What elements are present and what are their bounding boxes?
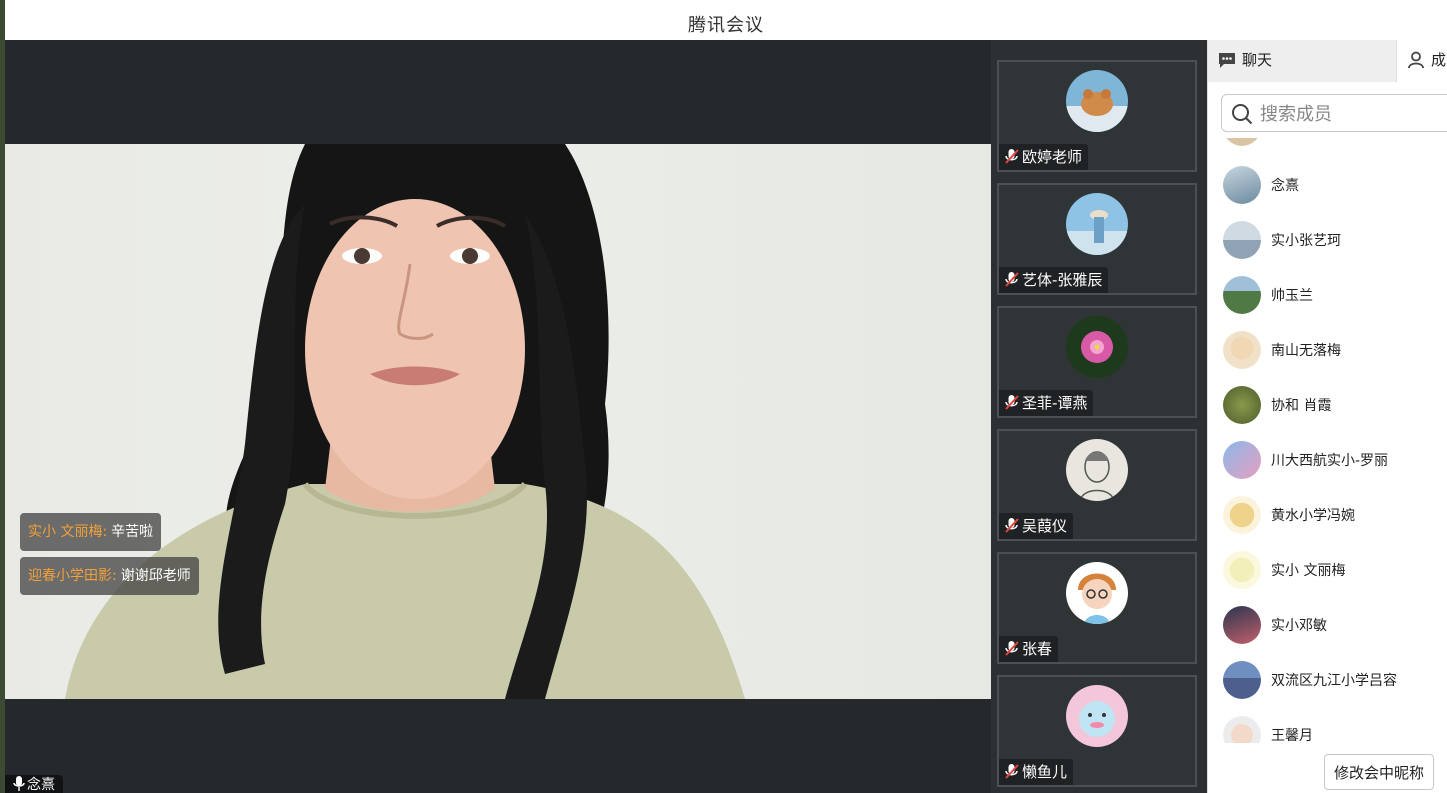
member-name: 念熹 [1271,178,1299,194]
panel-tabs: 聊天 成员 [1208,40,1447,82]
member-avatar [1223,221,1261,259]
participant-name-tag: 圣菲-谭燕 [999,390,1094,416]
member-name: 协和 肖霞 [1271,398,1332,414]
participant-avatar [1066,70,1128,132]
member-list-item[interactable]: 实小 文丽梅 [1208,542,1447,597]
chat-icon [1219,53,1235,68]
member-avatar [1223,551,1261,589]
tab-chat-label: 聊天 [1242,51,1273,69]
member-name: 南山无落梅 [1271,343,1341,359]
member-avatar [1223,441,1261,479]
member-avatar [1223,138,1261,146]
member-list-item[interactable]: 念熹 [1208,157,1447,212]
chat-sender: 实小 文丽梅: [28,524,108,540]
tab-chat[interactable]: 聊天 [1208,40,1396,82]
speaker-video-image [65,144,745,699]
member-avatar [1223,716,1261,743]
member-list-item[interactable]: 王馨月 [1208,707,1447,743]
meeting-window: 腾讯会议 实小 文丽梅: 辛苦啦 迎春小学田影: 谢谢邱老师 念熹 欧婷老师 艺… [5,0,1447,793]
self-name: 念熹 [27,777,55,793]
chat-sender: 迎春小学田影: [28,568,117,584]
chat-overlay-message: 实小 文丽梅: 辛苦啦 [20,513,162,551]
participant-name-tag: 欧婷老师 [999,144,1089,170]
participant-tile[interactable]: 欧婷老师 [997,60,1197,172]
member-avatar [1223,386,1261,424]
window-title: 腾讯会议 [688,15,764,36]
person-icon [1408,51,1424,69]
member-name: 王馨月 [1271,728,1313,743]
tab-members[interactable]: 成员 [1396,40,1447,82]
mic-muted-icon [1005,764,1019,779]
participant-avatar [1066,439,1128,501]
participant-name: 欧婷老师 [1022,148,1083,166]
mic-muted-icon [1005,518,1019,533]
chat-overlay-message: 迎春小学田影: 谢谢邱老师 [20,557,199,595]
participant-avatar [1066,685,1128,747]
participant-video-column[interactable]: 欧婷老师 艺体-张雅辰 圣菲-谭燕 吴葭仪 张春 懒鱼儿 [991,40,1207,793]
member-list-item[interactable]: 双流区九江小学吕容 [1208,652,1447,707]
member-list-item[interactable]: 实小邓敏 [1208,597,1447,652]
participant-avatar [1066,562,1128,624]
participant-name: 张春 [1022,640,1053,658]
participant-avatar [1066,316,1128,378]
member-list-item[interactable]: 帅玉兰 [1208,267,1447,322]
participant-name-tag: 艺体-张雅辰 [999,267,1109,293]
member-avatar [1223,496,1261,534]
participant-name-tag: 张春 [999,636,1059,662]
participant-tile[interactable]: 张春 [997,552,1197,664]
main-video-stage[interactable]: 实小 文丽梅: 辛苦啦 迎春小学田影: 谢谢邱老师 念熹 [5,40,991,793]
member-name: 实小 文丽梅 [1271,563,1346,579]
participant-name: 圣菲-谭燕 [1022,394,1088,412]
chat-text: 辛苦啦 [111,524,154,540]
member-name: 实小张艺珂 [1271,233,1341,249]
mic-muted-icon [1005,149,1019,164]
member-list-item[interactable]: 协和 肖霞 [1208,377,1447,432]
member-name: 实小邓敏 [1271,618,1327,634]
participant-tile[interactable]: 圣菲-谭燕 [997,306,1197,418]
speaker-video [5,144,991,699]
participant-name: 吴葭仪 [1022,517,1068,535]
tab-members-label: 成员 [1431,51,1447,69]
member-avatar [1223,166,1261,204]
search-icon [1232,104,1253,125]
member-avatar [1223,331,1261,369]
participant-name-tag: 吴葭仪 [999,513,1074,539]
member-avatar [1223,606,1261,644]
member-list-item[interactable]: 实小张艺珂 [1208,212,1447,267]
participant-name: 懒鱼儿 [1022,763,1068,781]
microphone-icon [13,776,25,791]
member-name: 川大西航实小-罗丽 [1271,453,1389,469]
side-panel: 聊天 成员 念熹 实小张艺珂 帅玉兰 [1207,40,1447,793]
participant-tile[interactable]: 懒鱼儿 [997,675,1197,787]
participant-name-tag: 懒鱼儿 [999,759,1074,785]
participant-name: 艺体-张雅辰 [1022,271,1103,289]
mic-muted-icon [1005,272,1019,287]
member-list-item[interactable]: 黄水小学冯婉 [1208,487,1447,542]
mic-muted-icon [1005,641,1019,656]
member-name: 帅玉兰 [1271,288,1313,304]
member-list-item[interactable]: 南山无落梅 [1208,322,1447,377]
title-bar: 腾讯会议 [5,0,1447,40]
participant-tile[interactable]: 吴葭仪 [997,429,1197,541]
member-search-box[interactable] [1221,94,1447,132]
rename-in-meeting-button[interactable]: 修改会中昵称 [1324,754,1434,790]
member-list[interactable]: 念熹 实小张艺珂 帅玉兰 南山无落梅 协和 肖霞 川大西航实小-罗丽 黄水小学冯… [1208,138,1447,743]
self-name-tag: 念熹 [5,775,63,793]
member-search-input[interactable] [1260,101,1447,127]
chat-text: 谢谢邱老师 [120,568,191,584]
mic-muted-icon [1005,395,1019,410]
member-avatar [1223,661,1261,699]
participant-avatar [1066,193,1128,255]
participant-tile[interactable]: 艺体-张雅辰 [997,183,1197,295]
member-list-item[interactable]: 川大西航实小-罗丽 [1208,432,1447,487]
member-name: 双流区九江小学吕容 [1271,673,1397,689]
member-name: 黄水小学冯婉 [1271,508,1355,524]
member-avatar [1223,276,1261,314]
